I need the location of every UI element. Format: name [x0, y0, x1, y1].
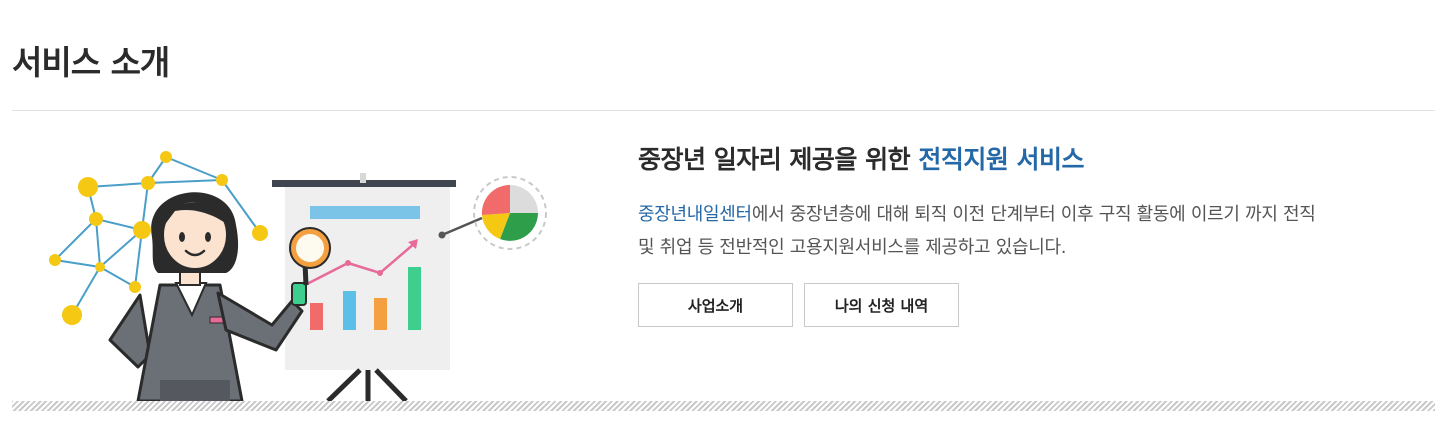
action-buttons: 사업소개 나의 신청 내역 — [638, 283, 1418, 327]
service-description: 중장년내일센터에서 중장년층에 대해 퇴직 이전 단계부터 이후 구직 활동에 … — [638, 198, 1418, 264]
service-intro: 중장년 일자리 제공을 위한 전직지원 서비스 중장년내일센터에서 중장년층에 … — [638, 140, 1418, 327]
my-applications-button[interactable]: 나의 신청 내역 — [804, 283, 959, 327]
hatched-divider — [12, 401, 1435, 411]
service-headline: 중장년 일자리 제공을 위한 전직지원 서비스 — [638, 140, 1418, 176]
presentation-illustration — [49, 151, 547, 401]
pie-chart-icon — [473, 176, 547, 250]
page-title: 서비스 소개 — [12, 43, 170, 82]
headline-accent: 전직지원 서비스 — [918, 145, 1085, 174]
desc-line1: 에서 중장년층에 대해 퇴직 이전 단계부터 이후 구직 활동에 이르기 까지 … — [751, 204, 1316, 225]
center-name: 중장년내일센터 — [638, 204, 752, 225]
desc-line2: 및 취업 등 전반적인 고용지원서비스를 제공하고 있습니다. — [638, 237, 1067, 258]
business-intro-button[interactable]: 사업소개 — [638, 283, 793, 327]
headline-prefix: 중장년 일자리 제공을 위한 — [638, 145, 919, 174]
title-divider — [12, 110, 1435, 111]
